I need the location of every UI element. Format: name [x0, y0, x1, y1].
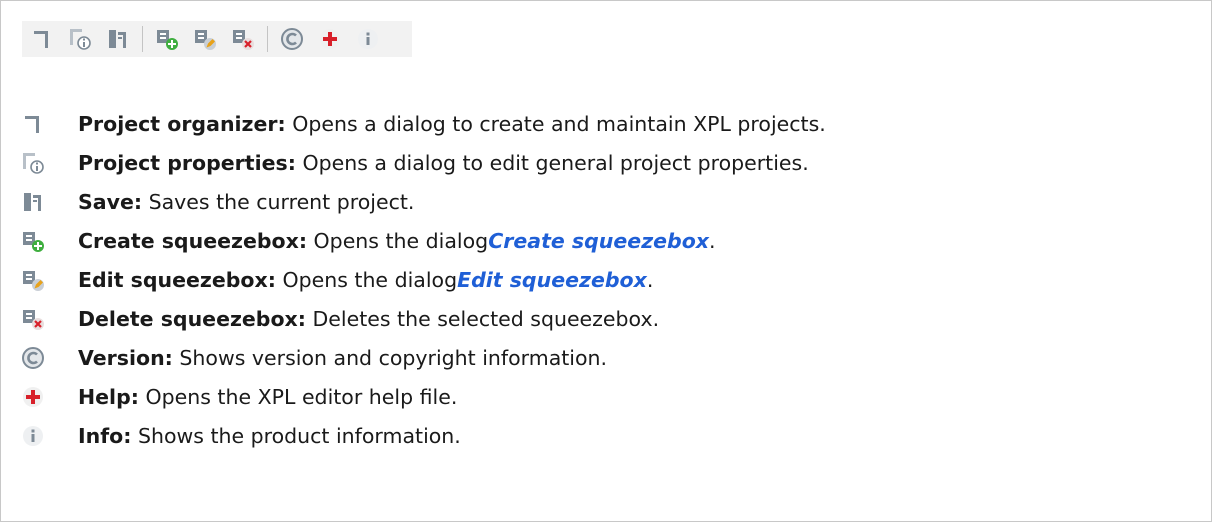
item-name: Create squeezebox: [78, 228, 308, 253]
delete-squeezebox-toolbar-button[interactable] [231, 27, 255, 51]
item-name: Edit squeezebox: [78, 267, 276, 292]
save-toolbar-button[interactable] [106, 27, 130, 51]
project-properties-icon [20, 150, 46, 176]
list-item: Project properties: Opens a dialog to ed… [20, 143, 826, 182]
version-icon [20, 345, 46, 371]
item-name: Version: [78, 345, 173, 370]
list-item: Create squeezebox: Opens the dialog Crea… [20, 221, 826, 260]
item-description: Opens the dialog [275, 267, 458, 292]
list-item: Info: Shows the product information. [20, 416, 826, 455]
toolbar-separator [142, 26, 143, 52]
create-squeezebox-icon [20, 228, 46, 254]
info-toolbar-button[interactable] [356, 27, 380, 51]
item-tail: . [709, 228, 716, 253]
edit-squeezebox-icon [20, 267, 46, 293]
edit-squeezebox-icon [193, 27, 217, 51]
delete-squeezebox-icon [20, 306, 46, 332]
version-icon [280, 27, 304, 51]
item-description: Deletes the selected squeezebox. [305, 306, 660, 331]
feature-list: Project organizer: Opens a dialog to cre… [20, 104, 826, 455]
toolbar-separator [267, 26, 268, 52]
help-toolbar-button[interactable] [318, 27, 342, 51]
item-name: Info: [78, 423, 132, 448]
item-name: Project organizer: [78, 111, 286, 136]
item-description: Opens the dialog [307, 228, 489, 253]
version-toolbar-button[interactable] [280, 27, 304, 51]
info-icon [356, 27, 380, 51]
list-item: Project organizer: Opens a dialog to cre… [20, 104, 826, 143]
save-icon [20, 189, 46, 215]
list-item: Delete squeezebox: Deletes the selected … [20, 299, 826, 338]
toolbar [22, 21, 412, 57]
dialog-link[interactable]: Edit squeezebox [457, 268, 647, 292]
item-description: Saves the current project. [142, 189, 415, 214]
project-properties-toolbar-button[interactable] [68, 27, 92, 51]
project-organizer-icon [20, 111, 46, 137]
create-squeezebox-toolbar-button[interactable] [155, 27, 179, 51]
item-description: Opens the XPL editor help file. [138, 384, 458, 409]
item-name: Save: [78, 189, 143, 214]
list-item: Help: Opens the XPL editor help file. [20, 377, 826, 416]
create-squeezebox-icon [155, 27, 179, 51]
item-description: Opens a dialog to create and maintain XP… [285, 111, 826, 136]
list-item: Edit squeezebox: Opens the dialog Edit s… [20, 260, 826, 299]
delete-squeezebox-icon [231, 27, 255, 51]
edit-squeezebox-toolbar-button[interactable] [193, 27, 217, 51]
item-name: Help: [78, 384, 139, 409]
item-tail: . [646, 267, 654, 292]
dialog-link[interactable]: Create squeezebox [488, 229, 709, 253]
help-icon [20, 384, 46, 410]
item-description: Shows the product information. [131, 423, 461, 448]
list-item: Save: Saves the current project. [20, 182, 826, 221]
item-description: Opens a dialog to edit general project p… [295, 150, 809, 175]
item-name: Project properties: [78, 150, 296, 175]
project-organizer-icon [31, 28, 53, 50]
item-description: Shows version and copyright information. [172, 345, 608, 370]
project-properties-icon [68, 27, 92, 51]
info-icon [20, 423, 46, 449]
help-icon [318, 27, 342, 51]
save-icon [107, 28, 129, 50]
item-name: Delete squeezebox: [78, 306, 306, 331]
project-organizer-toolbar-button[interactable] [30, 27, 54, 51]
list-item: Version: Shows version and copyright inf… [20, 338, 826, 377]
